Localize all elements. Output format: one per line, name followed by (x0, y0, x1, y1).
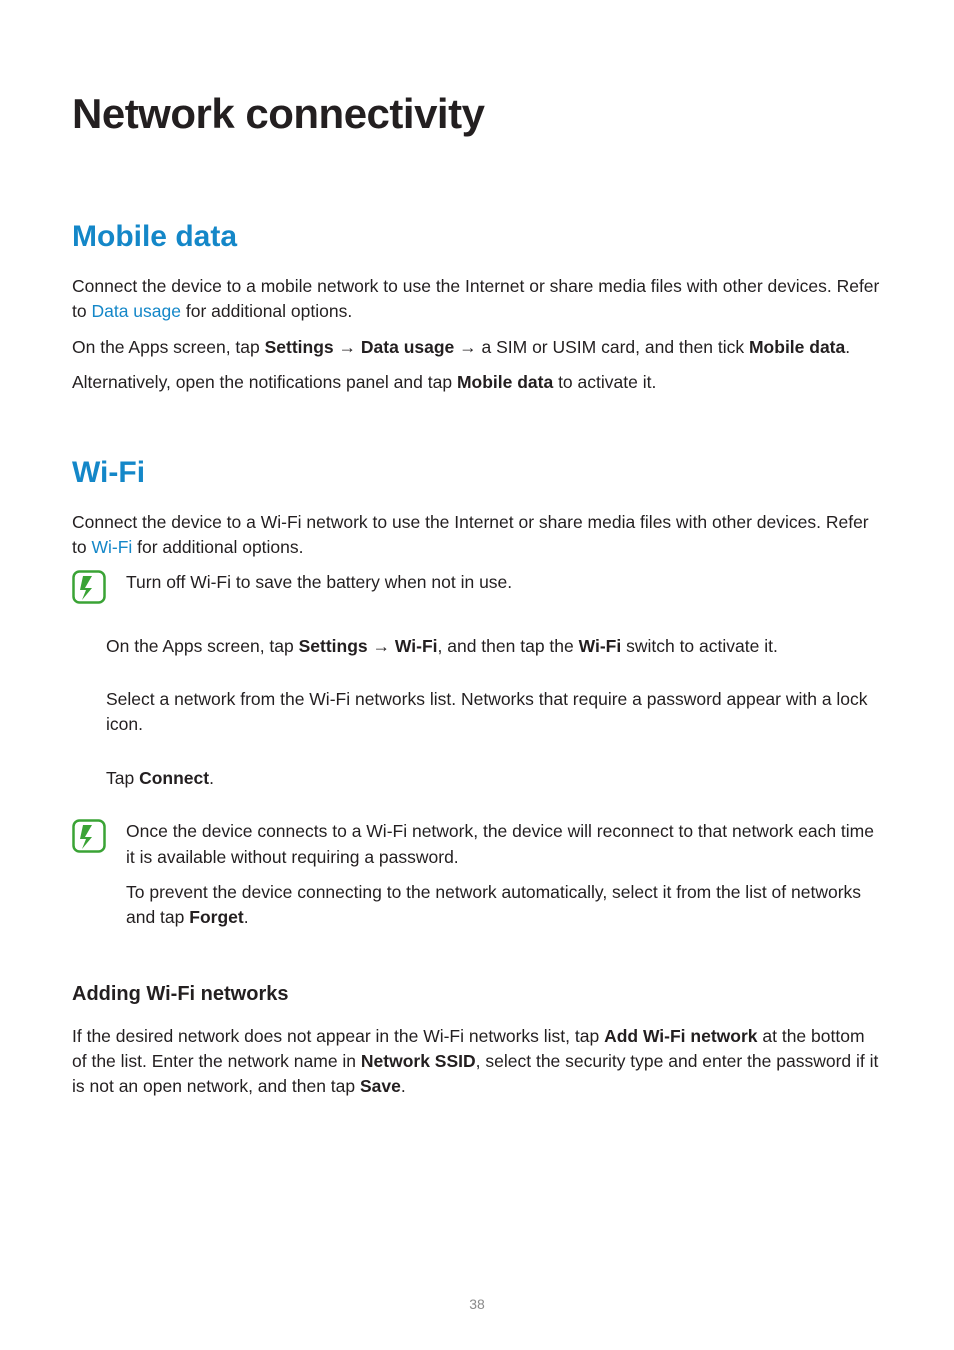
link-data-usage[interactable]: Data usage (91, 301, 181, 321)
note-icon (72, 570, 106, 604)
note-body: Once the device connects to a Wi-Fi netw… (126, 819, 882, 941)
note-battery-tip: Turn off Wi-Fi to save the battery when … (72, 570, 882, 605)
text: . (244, 907, 249, 927)
mobile-paragraph-3: Alternatively, open the notifications pa… (72, 370, 882, 395)
section-mobile-data: Mobile data Connect the device to a mobi… (72, 220, 882, 396)
heading-wifi: Wi-Fi (72, 456, 882, 490)
arrow: → (334, 337, 361, 357)
note-text: Turn off Wi-Fi to save the battery when … (126, 570, 882, 595)
label-data-usage: Data usage (361, 337, 454, 357)
text: for additional options. (132, 537, 303, 557)
note-text-2: To prevent the device connecting to the … (126, 880, 882, 931)
heading-mobile-data: Mobile data (72, 220, 882, 254)
wifi-paragraph-1: Connect the device to a Wi-Fi network to… (72, 510, 882, 561)
label-settings: Settings (265, 337, 334, 357)
link-wifi[interactable]: Wi-Fi (91, 537, 132, 557)
text: → a SIM or USIM card, and then tick (454, 337, 749, 357)
text: On the Apps screen, tap (72, 337, 265, 357)
label-mobile-data: Mobile data (749, 337, 845, 357)
step-3: Tap Connect. (106, 766, 882, 791)
text: . (845, 337, 850, 357)
text: . (209, 768, 214, 788)
label-wifi: Wi-Fi (395, 636, 438, 656)
section-wifi: Wi-Fi Connect the device to a Wi-Fi netw… (72, 456, 882, 1100)
text: , and then tap the (438, 636, 579, 656)
heading-adding-wifi: Adding Wi-Fi networks (72, 983, 882, 1006)
label-connect: Connect (139, 768, 209, 788)
note-reconnect: Once the device connects to a Wi-Fi netw… (72, 819, 882, 941)
label-mobile-data: Mobile data (457, 372, 553, 392)
text: . (401, 1076, 406, 1096)
label-save: Save (360, 1076, 401, 1096)
step-2: Select a network from the Wi-Fi networks… (106, 687, 882, 738)
mobile-paragraph-2: On the Apps screen, tap Settings → Data … (72, 335, 882, 360)
arrow: → (368, 636, 395, 656)
text: Tap (106, 768, 139, 788)
text: On the Apps screen, tap (106, 636, 299, 656)
text: Alternatively, open the notifications pa… (72, 372, 457, 392)
adding-wifi-paragraph: If the desired network does not appear i… (72, 1024, 882, 1100)
text: Select a network from the Wi-Fi networks… (106, 687, 882, 738)
step-1: On the Apps screen, tap Settings → Wi-Fi… (106, 634, 882, 659)
label-add-wifi-network: Add Wi-Fi network (604, 1026, 757, 1046)
note-icon (72, 819, 106, 853)
steps-list: On the Apps screen, tap Settings → Wi-Fi… (106, 634, 882, 792)
label-wifi-switch: Wi-Fi (579, 636, 622, 656)
label-network-ssid: Network SSID (361, 1051, 476, 1071)
text: If the desired network does not appear i… (72, 1026, 604, 1046)
label-forget: Forget (189, 907, 243, 927)
note-body: Turn off Wi-Fi to save the battery when … (126, 570, 882, 605)
note-text-1: Once the device connects to a Wi-Fi netw… (126, 819, 882, 870)
page-number: 38 (0, 1296, 954, 1312)
page: Network connectivity Mobile data Connect… (0, 0, 954, 1350)
page-title: Network connectivity (72, 90, 882, 138)
mobile-paragraph-1: Connect the device to a mobile network t… (72, 274, 882, 325)
text: for additional options. (181, 301, 352, 321)
text: to activate it. (553, 372, 656, 392)
text: switch to activate it. (621, 636, 778, 656)
label-settings: Settings (299, 636, 368, 656)
